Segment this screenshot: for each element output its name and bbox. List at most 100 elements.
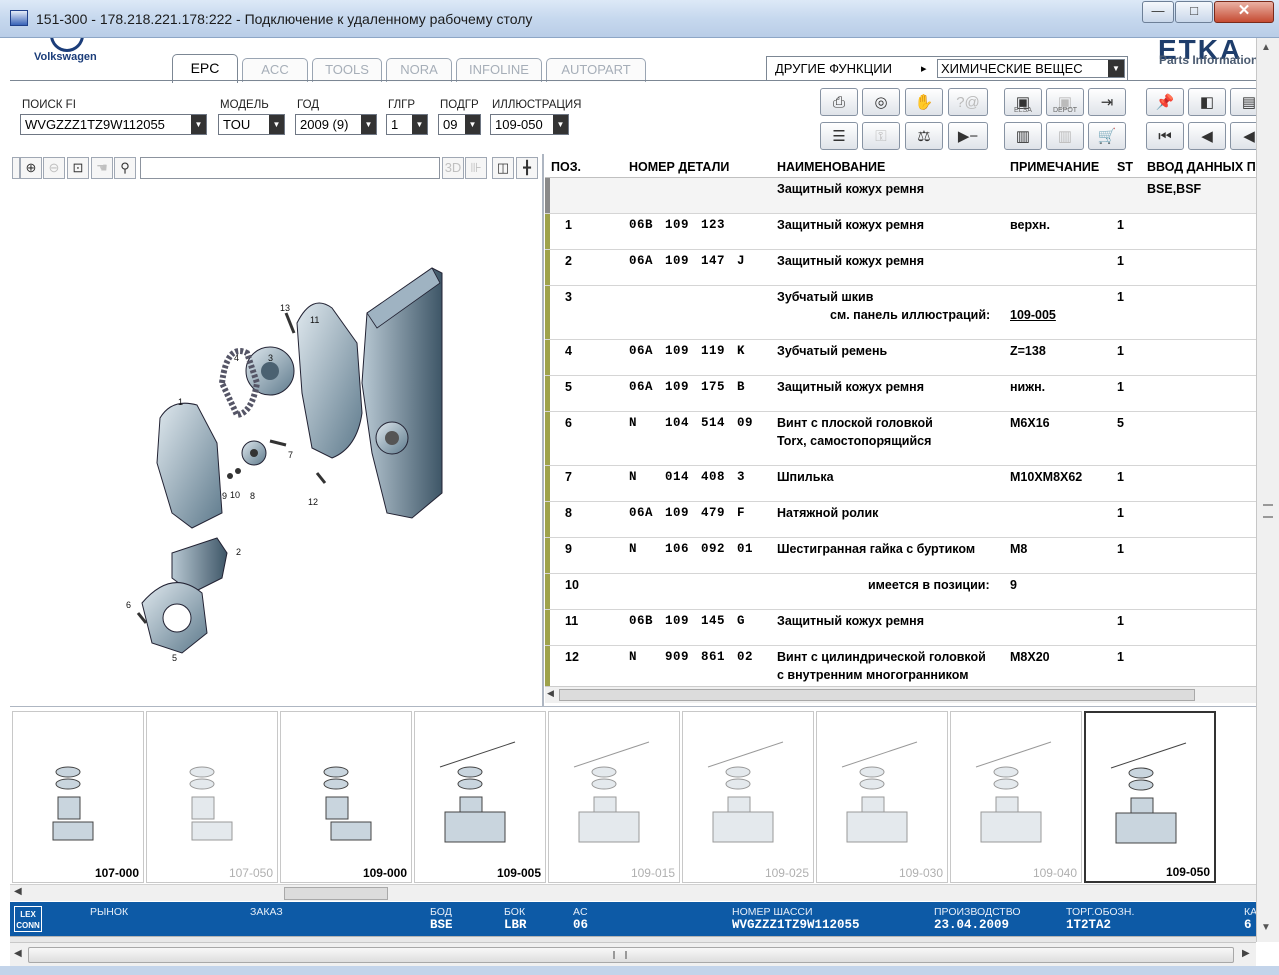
model-select[interactable]: TOU ▼ [218, 114, 285, 135]
first-button[interactable]: ⏮ [1146, 122, 1184, 150]
subgroup-select[interactable]: 09 ▼ [438, 114, 481, 135]
illustration-select[interactable]: 109-050 ▼ [490, 114, 569, 135]
play-dash-button[interactable]: ▶− [948, 122, 988, 150]
scroll-right-icon[interactable]: ▶ [1242, 948, 1250, 959]
close-button[interactable]: ✕ [1214, 1, 1274, 23]
table-row[interactable]: 9 N 106 092 01 Шестигранная гайка с буртиком M… [545, 538, 1256, 574]
minimize-button[interactable]: — [1142, 1, 1174, 23]
callout-6[interactable]: 6 [126, 600, 131, 610]
exploded-diagram[interactable]: 1 2 3 4 5 6 7 8 9 10 11 12 13 [12, 183, 542, 703]
callout-9[interactable]: 9 [222, 491, 227, 501]
depot-button[interactable]: ▣ DEPOT [1046, 88, 1084, 116]
scroll-thumb[interactable] [28, 947, 1234, 963]
callout-2[interactable]: 2 [236, 547, 241, 557]
back-button[interactable]: ◀ [1230, 122, 1256, 150]
scroll-left-icon[interactable]: ◀ [547, 688, 554, 699]
callout-7[interactable]: 7 [288, 450, 293, 460]
cart-transfer-button[interactable]: ⇥ [1088, 88, 1126, 116]
chevron-down-icon[interactable]: ▼ [1108, 60, 1124, 77]
callout-13[interactable]: 13 [280, 303, 290, 313]
thumbnail-107-000[interactable]: 107-000 [12, 711, 144, 883]
col-input[interactable]: ВВОД ДАННЫХ П [1147, 160, 1256, 174]
handshake-button[interactable]: ✋ [905, 88, 943, 116]
cart-button[interactable]: 🛒 [1088, 122, 1126, 150]
scroll-thumb[interactable] [284, 887, 388, 900]
split-view-button[interactable]: ⊪ [465, 157, 487, 179]
window-horizontal-scrollbar[interactable]: ◀ ▶ [10, 942, 1256, 966]
service-button[interactable]: ◎ [862, 88, 900, 116]
illustration-path-field[interactable] [140, 157, 440, 179]
table-row[interactable]: 1 06B 109 123 Защитный кожух ремня верхн. 1 [545, 214, 1256, 250]
chevron-down-icon[interactable]: ▼ [269, 115, 284, 134]
table-row[interactable]: 2 06A 109 147 J Защитный кожух ремня 1 [545, 250, 1256, 286]
window-right-scrollbar[interactable]: ▲ ▼ [1256, 38, 1279, 942]
col-pos[interactable]: ПОЗ. [551, 160, 581, 174]
thumbnails-scrollbar[interactable]: ◀ [10, 884, 1256, 901]
chevron-down-icon[interactable]: ▼ [465, 115, 480, 134]
table-row[interactable]: 11 06B 109 145 G Защитный кожух ремня 1 [545, 610, 1256, 646]
book-back-button[interactable]: ◧ [1188, 88, 1226, 116]
magnifier-button[interactable]: ⚲ [114, 157, 136, 179]
tab-nora[interactable]: NORA [386, 58, 452, 82]
callout-4[interactable]: 4 [234, 353, 239, 363]
thumbnail-107-050[interactable]: 107-050 [146, 711, 278, 883]
balance-button[interactable]: ⚖ [905, 122, 943, 150]
group-select[interactable]: 1 ▼ [386, 114, 428, 135]
zoom-fit-button[interactable]: ⊡ [67, 157, 89, 179]
thumbnail-109-025[interactable]: 109-025 [682, 711, 814, 883]
table-row[interactable]: 4 06A 109 119 K Зубчатый ремень Z=138 1 [545, 340, 1256, 376]
table-row[interactable]: 8 06A 109 479 F Натяжной ролик 1 [545, 502, 1256, 538]
previous-button[interactable]: ◀ [1188, 122, 1226, 150]
crosshair-button[interactable]: ╋ [516, 157, 538, 179]
search-help-button[interactable]: ?@ [948, 88, 988, 116]
callout-8[interactable]: 8 [250, 491, 255, 501]
table-row[interactable]: 10 имеется в позиции: 9 [545, 574, 1256, 610]
thumbnail-109-040[interactable]: 109-040 [950, 711, 1082, 883]
pan-button[interactable]: ☚ [91, 157, 113, 179]
chevron-down-icon[interactable]: ▼ [412, 115, 427, 134]
pane-splitter[interactable] [542, 154, 544, 706]
scroll-up-icon[interactable]: ▲ [1261, 42, 1271, 53]
elsa-button[interactable]: ▣ ELSA [1004, 88, 1042, 116]
phone-book-button[interactable]: ▥ [1004, 122, 1042, 150]
table-row[interactable]: 7 N 014 408 3 Шпилька M10XM8X62 1 [545, 466, 1256, 502]
thumbnail-109-050[interactable]: 109-050 [1084, 711, 1216, 883]
scroll-down-icon[interactable]: ▼ [1261, 922, 1271, 933]
table-row[interactable]: 6 N 104 514 09 Винт с плоской головкой Torx, с… [545, 412, 1256, 466]
tab-infoline[interactable]: INFOLINE [456, 58, 542, 82]
callout-5[interactable]: 5 [172, 653, 177, 663]
tab-tools[interactable]: TOOLS [312, 58, 382, 82]
list-button[interactable]: ☰ [820, 122, 858, 150]
print-button[interactable]: ⎙ [820, 88, 858, 116]
callout-1[interactable]: 1 [178, 397, 183, 407]
table-row[interactable]: 3 Зубчатый шкив см. панель иллюстраций: 109… [545, 286, 1256, 340]
tab-acc[interactable]: ACC [242, 58, 308, 82]
thumbnail-109-030[interactable]: 109-030 [816, 711, 948, 883]
col-st[interactable]: ST [1117, 160, 1133, 174]
thumbnail-109-015[interactable]: 109-015 [548, 711, 680, 883]
zoom-in-button[interactable]: ⊕ [20, 157, 42, 179]
fi-search-field[interactable]: WVGZZZ1TZ9W112055 ▼ [20, 114, 207, 135]
chevron-down-icon[interactable]: ▼ [361, 115, 376, 134]
pin-button[interactable]: 📌 [1146, 88, 1184, 116]
thumbnail-109-000[interactable]: 109-000 [280, 711, 412, 883]
table-row[interactable]: Защитный кожух ремня BSE,BSF [545, 178, 1256, 214]
thumbnail-109-005[interactable]: 109-005 [414, 711, 546, 883]
scroll-left-icon[interactable]: ◀ [14, 886, 22, 897]
year-select[interactable]: 2009 (9) ▼ [295, 114, 377, 135]
col-note[interactable]: ПРИМЕЧАНИЕ [1010, 160, 1099, 174]
3d-button[interactable]: 3D [442, 157, 464, 179]
illustration-link[interactable]: 109-005 [1010, 308, 1056, 322]
parts-horizontal-scrollbar[interactable]: ◀ [545, 686, 1256, 703]
tab-epc[interactable]: EPC [172, 54, 238, 83]
col-name[interactable]: НАИМЕНОВАНИЕ [777, 160, 885, 174]
document-button[interactable]: ▤ [1230, 88, 1256, 116]
table-row[interactable]: 5 06A 109 175 B Защитный кожух ремня нижн. 1 [545, 376, 1256, 412]
callout-11[interactable]: 11 [310, 315, 319, 325]
callout-3[interactable]: 3 [268, 353, 273, 363]
chevron-down-icon[interactable]: ▼ [191, 115, 206, 134]
key-button[interactable]: ⚿ [862, 122, 900, 150]
callout-10[interactable]: 10 [230, 490, 240, 500]
layout-button[interactable]: ◫ [492, 157, 514, 179]
chevron-down-icon[interactable]: ▼ [553, 115, 568, 134]
